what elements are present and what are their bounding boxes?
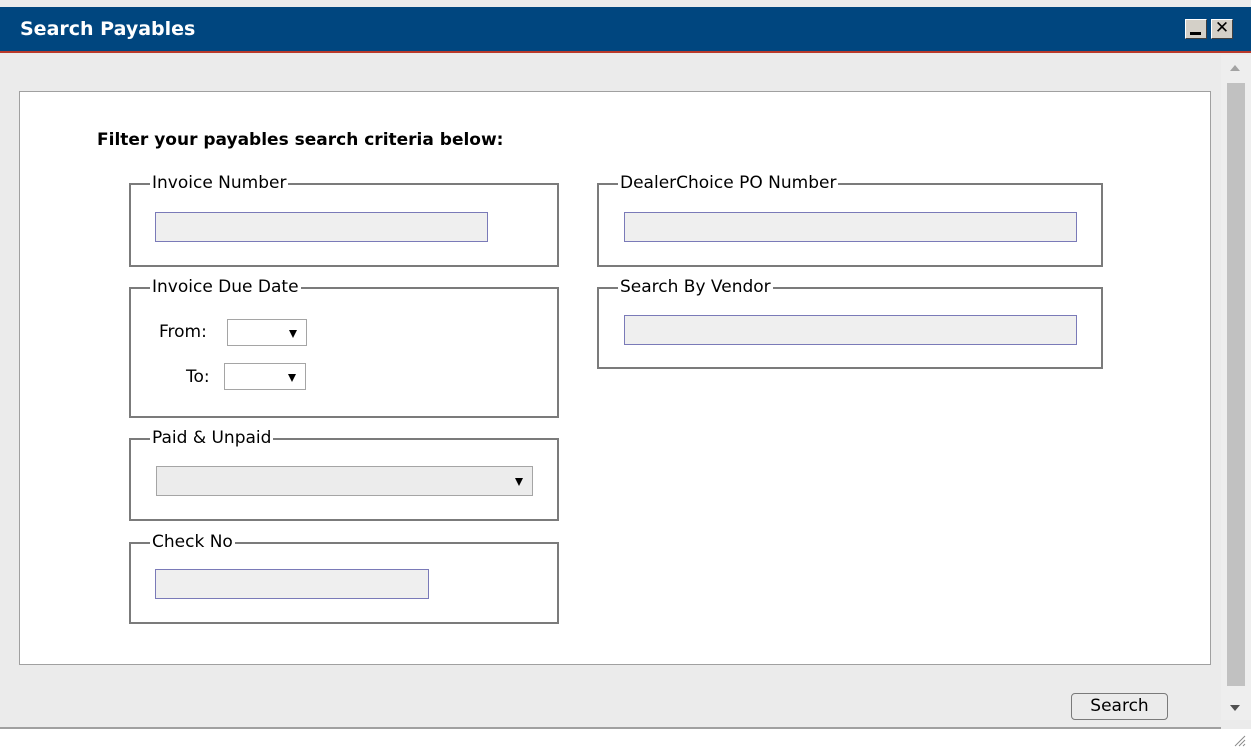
- from-date-label: From:: [159, 322, 207, 342]
- resize-grip-icon[interactable]: [1232, 733, 1246, 747]
- check-no-legend: Check No: [150, 532, 235, 552]
- from-date-dropdown[interactable]: [227, 319, 307, 346]
- search-payables-window: Search Payables ✕ Filter your payables s…: [0, 0, 1251, 751]
- title-bar[interactable]: Search Payables ✕: [0, 7, 1251, 53]
- check-no-input[interactable]: [155, 569, 429, 599]
- chevron-down-icon: [288, 373, 296, 382]
- filter-heading: Filter your payables search criteria bel…: [97, 130, 504, 150]
- invoice-due-date-legend: Invoice Due Date: [150, 277, 301, 297]
- dealerchoice-po-legend: DealerChoice PO Number: [618, 173, 839, 193]
- paid-unpaid-dropdown[interactable]: [156, 466, 533, 496]
- search-by-vendor-legend: Search By Vendor: [618, 277, 773, 297]
- window-title: Search Payables: [20, 18, 196, 40]
- chevron-down-icon: [515, 478, 523, 486]
- minimize-button[interactable]: [1185, 19, 1207, 39]
- invoice-number-legend: Invoice Number: [150, 173, 289, 193]
- close-button[interactable]: ✕: [1211, 18, 1233, 39]
- to-date-label: To:: [186, 367, 210, 387]
- close-icon: ✕: [1214, 18, 1230, 38]
- dealerchoice-po-input[interactable]: [624, 212, 1077, 242]
- scroll-up-arrow-icon[interactable]: [1230, 65, 1240, 71]
- scroll-down-arrow-icon[interactable]: [1230, 705, 1240, 711]
- vertical-scrollbar[interactable]: [1221, 55, 1251, 720]
- search-by-vendor-input[interactable]: [624, 315, 1077, 345]
- invoice-number-input[interactable]: [155, 212, 488, 242]
- search-button[interactable]: Search: [1071, 693, 1168, 720]
- invoice-due-date-group: Invoice Due Date: [129, 277, 559, 418]
- chevron-down-icon: [289, 329, 297, 338]
- scrollbar-thumb[interactable]: [1227, 83, 1245, 686]
- paid-unpaid-legend: Paid & Unpaid: [150, 428, 274, 448]
- status-strip: [0, 729, 1251, 751]
- to-date-dropdown[interactable]: [224, 363, 306, 390]
- minimize-icon: [1190, 32, 1201, 35]
